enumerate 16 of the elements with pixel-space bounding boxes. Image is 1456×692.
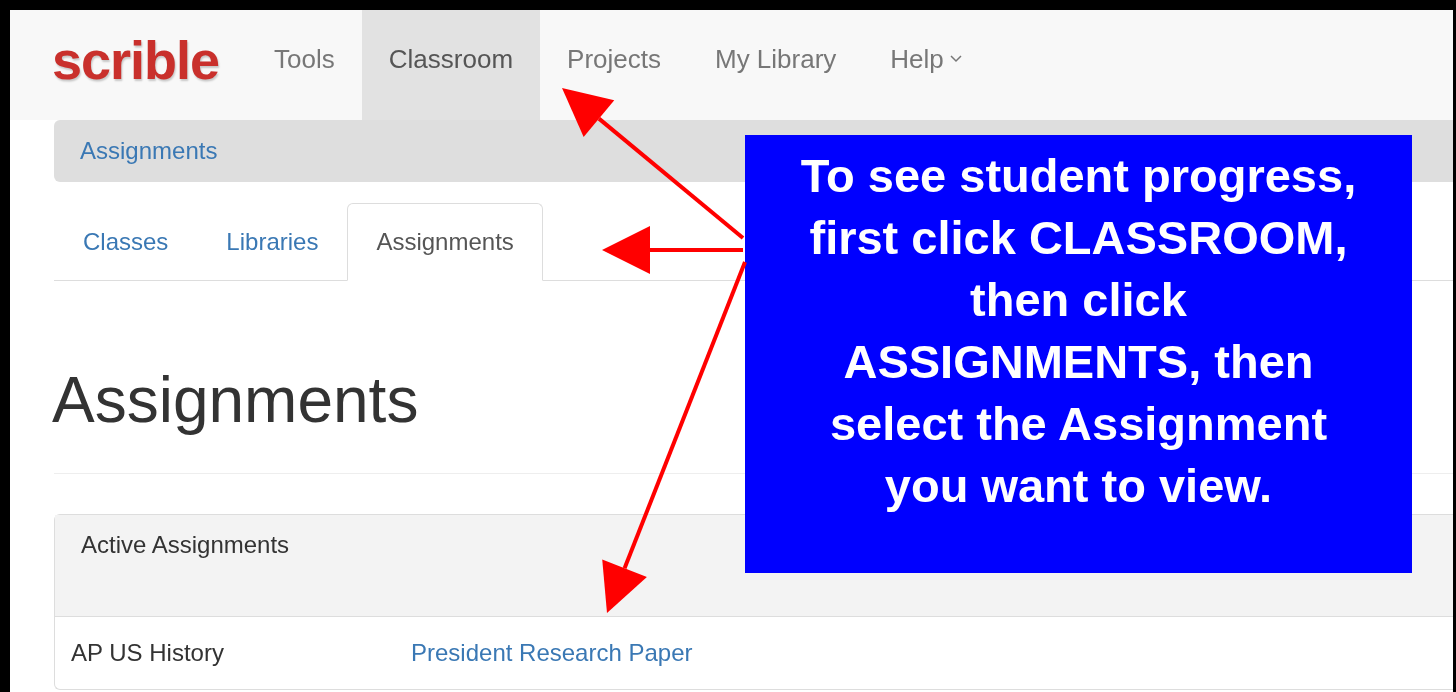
breadcrumb-link[interactable]: Assignments	[80, 137, 218, 165]
panel-title: Active Assignments	[81, 531, 290, 558]
tab[interactable]: Classes	[54, 203, 198, 281]
nav-link[interactable]: My Library	[688, 10, 864, 120]
scrible-logo[interactable]: scrible	[52, 10, 220, 120]
assignment-link[interactable]: President Research Paper	[411, 639, 693, 667]
nav-link[interactable]: Help	[863, 10, 989, 120]
nav-link[interactable]: Classroom	[361, 10, 541, 120]
class-name: AP US History	[71, 639, 225, 667]
tab[interactable]: Libraries	[197, 203, 348, 281]
page-heading: Assignments	[52, 363, 419, 438]
tab[interactable]: Assignments	[347, 203, 543, 281]
callout-text: To see student progress, first click CLASSROOM, then click ASSIGNMENTS, then select the Assignment you want to view.	[800, 148, 1357, 514]
caret-icon	[949, 55, 962, 63]
nav-link[interactable]: Tools	[247, 10, 362, 120]
nav-link[interactable]: Projects	[540, 10, 688, 120]
